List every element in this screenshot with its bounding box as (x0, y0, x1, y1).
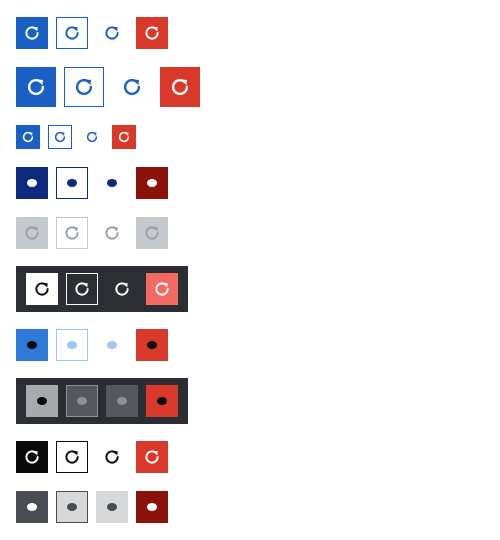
button-row-inverse-hover (16, 378, 188, 424)
refresh-button-secondary[interactable] (66, 385, 98, 417)
refresh-icon (63, 448, 81, 466)
refresh-icon (103, 224, 121, 242)
refresh-button-primary[interactable] (16, 17, 48, 49)
refresh-button-danger[interactable] (136, 17, 168, 49)
refresh-icon (143, 448, 161, 466)
dot-icon (107, 179, 117, 187)
refresh-icon (85, 130, 99, 144)
refresh-icon (23, 448, 41, 466)
refresh-button-secondary (56, 217, 88, 249)
refresh-icon (53, 130, 67, 144)
refresh-button-secondary[interactable] (64, 67, 104, 107)
button-row-default-md (16, 17, 168, 49)
refresh-button-primary[interactable] (16, 329, 48, 361)
refresh-button-secondary[interactable] (56, 441, 88, 473)
refresh-button-ghost (96, 217, 128, 249)
refresh-icon (21, 130, 35, 144)
refresh-icon (143, 24, 161, 42)
dot-icon (107, 503, 117, 511)
refresh-button-ghost[interactable] (106, 385, 138, 417)
refresh-button-ghost[interactable] (96, 441, 128, 473)
refresh-button-secondary[interactable] (56, 491, 88, 523)
dot-icon (157, 397, 167, 405)
dot-icon (147, 179, 157, 187)
dot-icon (147, 341, 157, 349)
dot-icon (107, 341, 117, 349)
dot-icon (67, 341, 77, 349)
refresh-button-secondary[interactable] (66, 273, 98, 305)
refresh-button-danger[interactable] (136, 167, 168, 199)
refresh-icon (33, 280, 51, 298)
refresh-icon (63, 224, 81, 242)
refresh-button-secondary[interactable] (56, 167, 88, 199)
refresh-button-primary (16, 217, 48, 249)
refresh-icon (117, 130, 131, 144)
refresh-icon (25, 76, 47, 98)
dot-icon (37, 397, 47, 405)
dot-icon (27, 341, 37, 349)
refresh-button-primary[interactable] (16, 441, 48, 473)
dot-icon (117, 397, 127, 405)
refresh-button-primary[interactable] (16, 125, 40, 149)
refresh-icon (23, 24, 41, 42)
refresh-button-danger[interactable] (136, 441, 168, 473)
button-row-default-lg (16, 67, 200, 107)
refresh-button-secondary[interactable] (56, 17, 88, 49)
refresh-button-danger (136, 217, 168, 249)
button-row-disabled (16, 217, 168, 249)
button-row-monochrome-pressed (16, 491, 168, 523)
refresh-button-primary[interactable] (16, 491, 48, 523)
refresh-icon (113, 280, 131, 298)
button-row-default-sm (16, 125, 136, 149)
refresh-button-ghost[interactable] (80, 125, 104, 149)
refresh-button-ghost[interactable] (106, 273, 138, 305)
refresh-icon (73, 280, 91, 298)
refresh-button-danger[interactable] (136, 491, 168, 523)
dot-icon (67, 503, 77, 511)
button-row-monochrome-default (16, 441, 168, 473)
refresh-icon (153, 280, 171, 298)
refresh-icon (103, 448, 121, 466)
button-row-selected (16, 167, 168, 199)
button-row-inverse-default (16, 266, 188, 312)
refresh-icon (143, 224, 161, 242)
refresh-button-primary[interactable] (16, 167, 48, 199)
dot-icon (27, 179, 37, 187)
refresh-button-ghost[interactable] (96, 17, 128, 49)
refresh-icon (121, 76, 143, 98)
refresh-button-ghost[interactable] (96, 491, 128, 523)
refresh-button-ghost[interactable] (96, 167, 128, 199)
refresh-button-primary[interactable] (16, 67, 56, 107)
dot-icon (67, 179, 77, 187)
refresh-button-danger[interactable] (146, 273, 178, 305)
refresh-icon (103, 24, 121, 42)
refresh-button-danger[interactable] (160, 67, 200, 107)
refresh-button-ghost[interactable] (112, 67, 152, 107)
refresh-icon (169, 76, 191, 98)
refresh-button-danger[interactable] (136, 329, 168, 361)
dot-icon (27, 503, 37, 511)
refresh-button-secondary[interactable] (56, 329, 88, 361)
dot-icon (77, 397, 87, 405)
refresh-button-secondary[interactable] (48, 125, 72, 149)
refresh-icon (73, 76, 95, 98)
refresh-button-danger[interactable] (146, 385, 178, 417)
refresh-button-danger[interactable] (112, 125, 136, 149)
dot-icon (147, 503, 157, 511)
refresh-button-primary[interactable] (26, 385, 58, 417)
refresh-icon (23, 224, 41, 242)
refresh-icon (63, 24, 81, 42)
button-row-hover (16, 329, 168, 361)
refresh-button-primary[interactable] (26, 273, 58, 305)
refresh-button-ghost[interactable] (96, 329, 128, 361)
